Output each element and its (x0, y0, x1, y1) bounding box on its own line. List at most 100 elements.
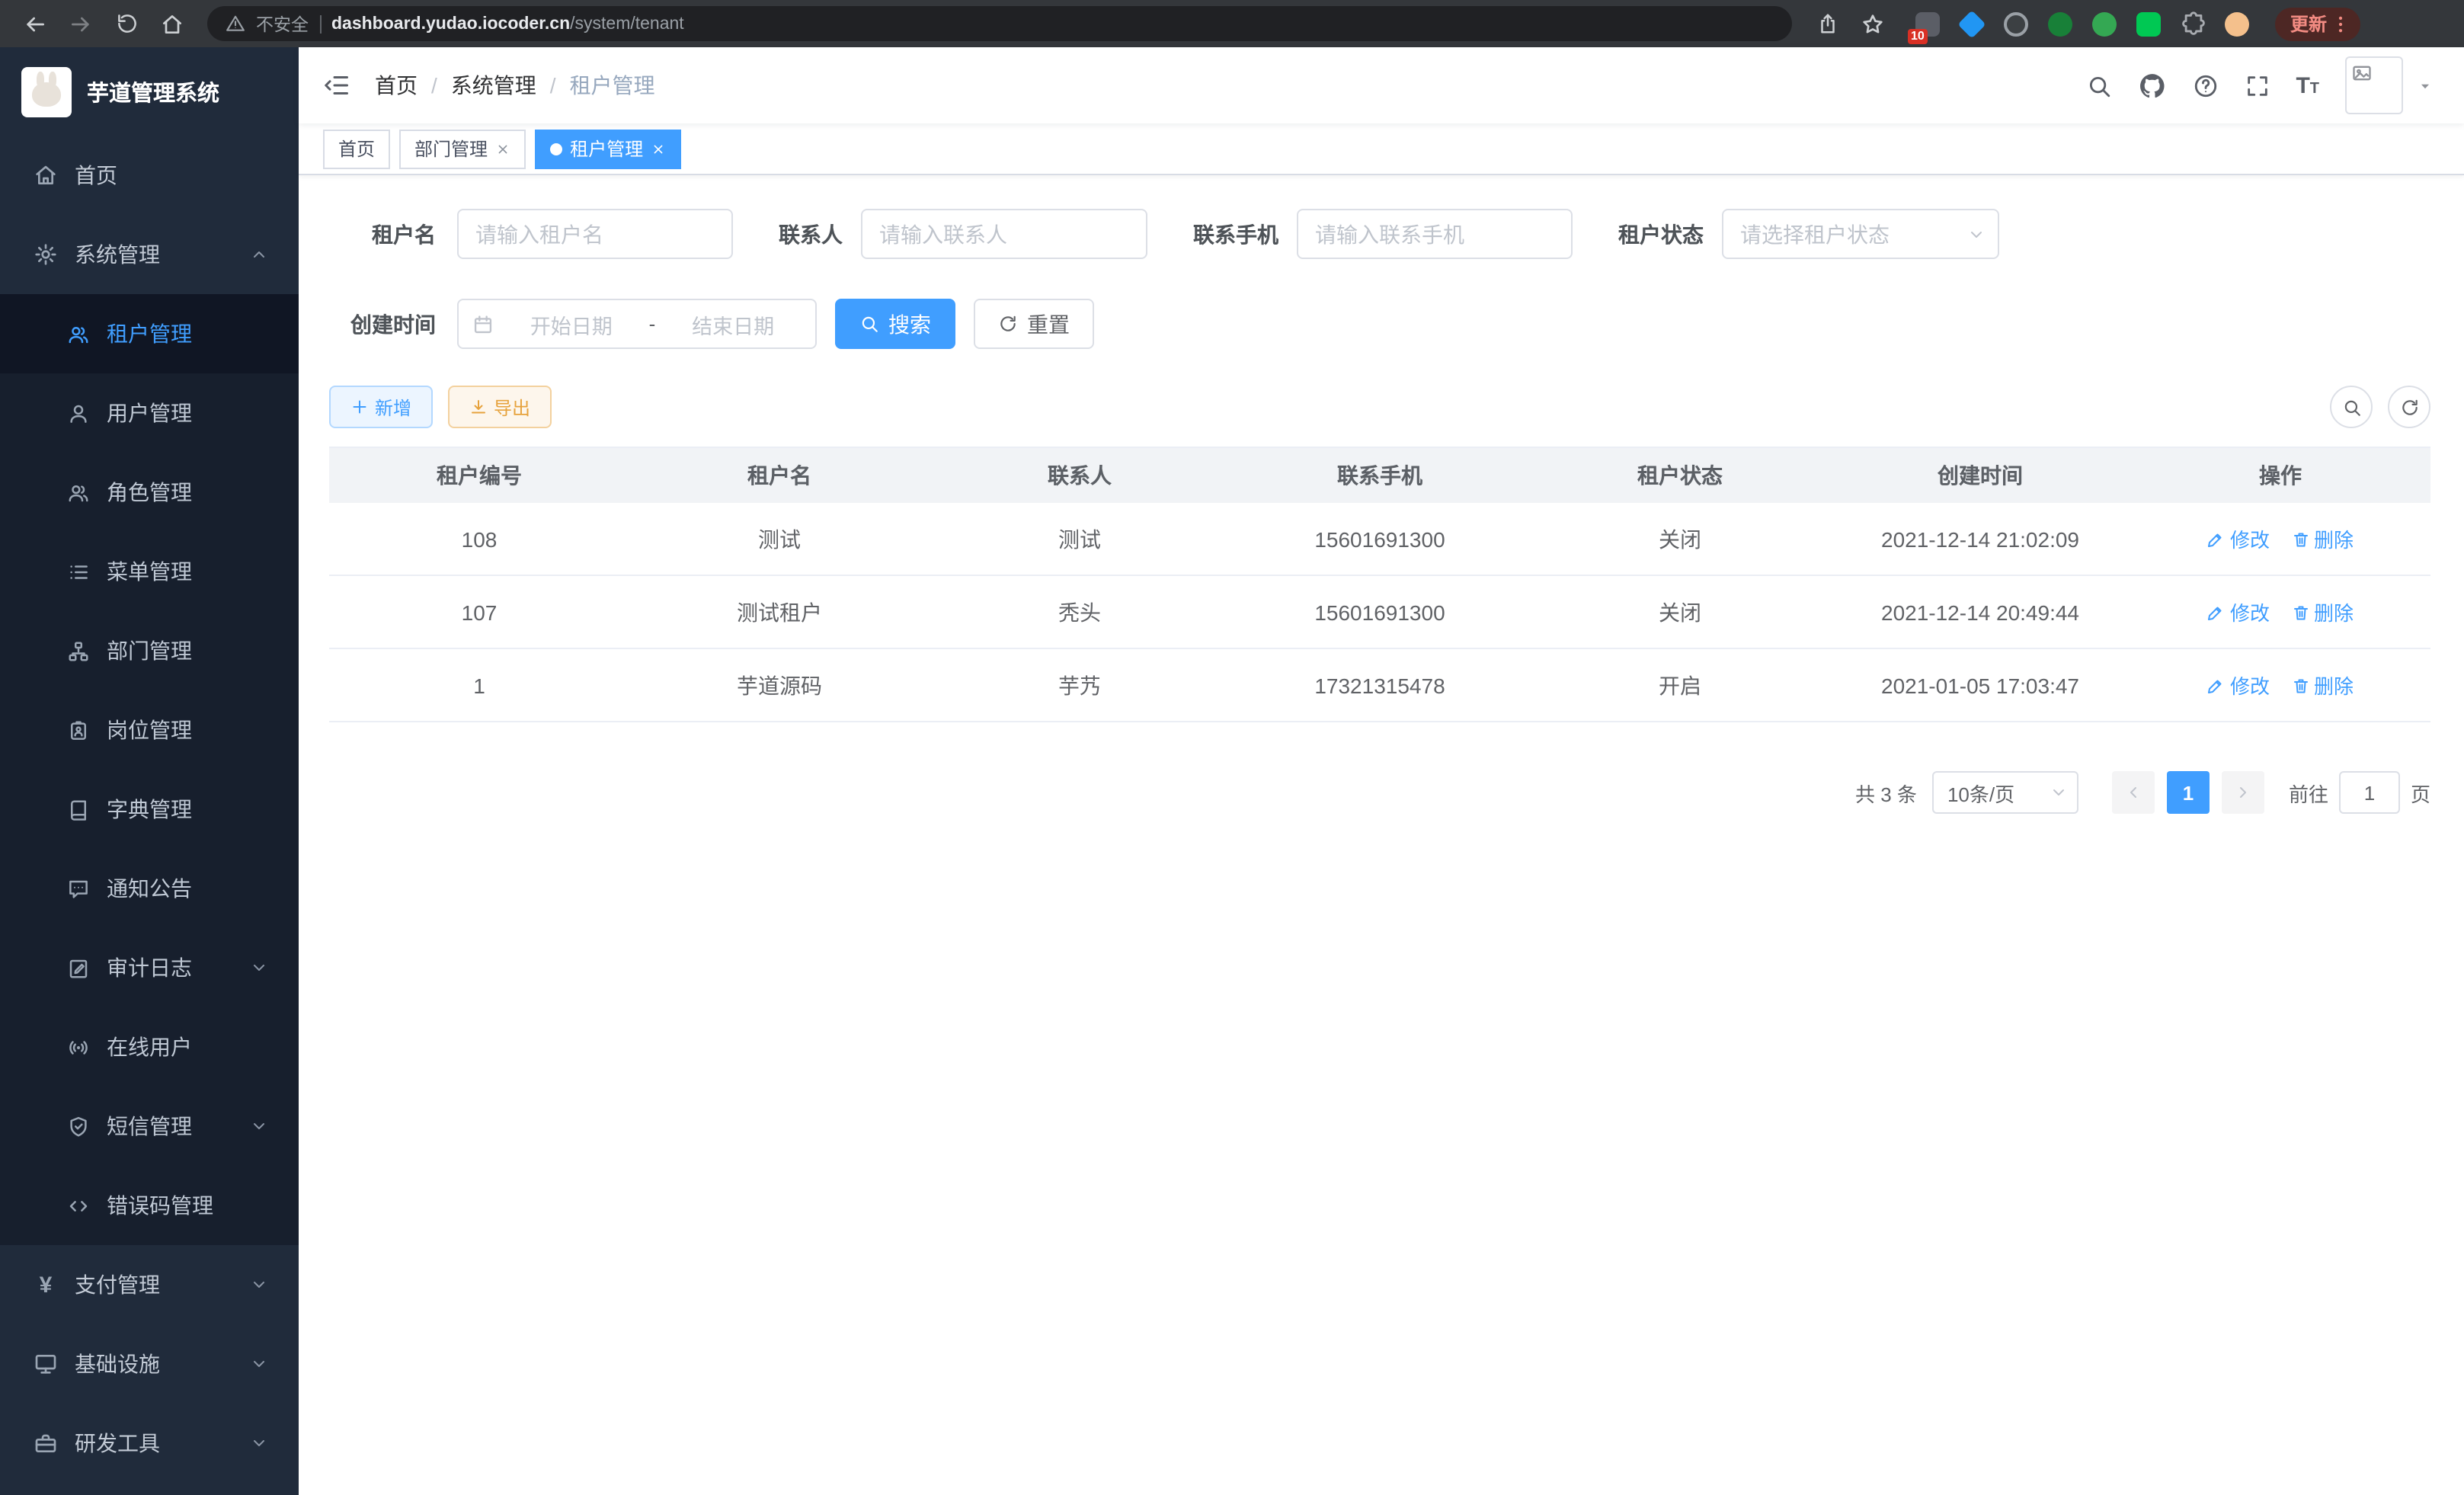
sidebar-item-payment[interactable]: 支付管理 (0, 1245, 299, 1324)
bookmark-star-icon[interactable] (1853, 4, 1893, 43)
sidebar-item-menu[interactable]: 菜单管理 (0, 532, 299, 611)
sidebar-item-error-code[interactable]: 错误码管理 (0, 1166, 299, 1245)
broadcast-icon (67, 1036, 90, 1058)
breadcrumb-item[interactable]: 系统管理 (451, 70, 536, 101)
status-select[interactable]: 请选择租户状态 (1722, 209, 1999, 259)
address-divider (319, 14, 321, 33)
sidebar-item-online-user[interactable]: 在线用户 (0, 1007, 299, 1087)
date-range-separator: - (649, 312, 656, 335)
extension-icon[interactable] (1958, 10, 1986, 37)
sidebar-item-label: 支付管理 (75, 1269, 233, 1300)
reset-button[interactable]: 重置 (974, 299, 1094, 349)
edit-link[interactable]: 修改 (2207, 524, 2270, 553)
contact-label: 联系人 (779, 219, 843, 249)
goto-page-input[interactable] (2339, 771, 2400, 814)
breadcrumb-item[interactable]: 首页 (375, 70, 418, 101)
avatar-caret-down-icon[interactable] (2417, 77, 2434, 94)
cell-created: 2021-12-14 21:02:09 (1830, 503, 2130, 575)
tenant-name-label: 租户名 (329, 219, 436, 249)
sidebar-item-infrastructure[interactable]: 基础设施 (0, 1324, 299, 1404)
prev-page-button[interactable] (2112, 771, 2155, 814)
tab-home[interactable]: 首页 (323, 129, 390, 168)
column-header: 创建时间 (1830, 448, 2130, 503)
hide-search-button[interactable] (2330, 386, 2373, 428)
monitor-icon (34, 1352, 58, 1376)
help-icon[interactable] (2192, 72, 2218, 98)
goto-label: 前往 (2289, 778, 2328, 807)
browser-home-button[interactable] (152, 4, 192, 43)
edit-label: 修改 (2230, 597, 2270, 626)
sidebar-item-devtools[interactable]: 研发工具 (0, 1404, 299, 1483)
sidebar-item-role[interactable]: 角色管理 (0, 453, 299, 532)
tab-label: 租户管理 (570, 136, 643, 162)
cell-tenant-name: 测试 (629, 503, 930, 575)
delete-link[interactable]: 删除 (2291, 524, 2354, 553)
cell-created: 2021-12-14 20:49:44 (1830, 576, 2130, 648)
share-icon[interactable] (1807, 4, 1847, 43)
next-page-button[interactable] (2222, 771, 2264, 814)
export-button[interactable]: 导出 (448, 386, 552, 428)
sidebar-item-post[interactable]: 岗位管理 (0, 690, 299, 770)
sidebar-item-dict[interactable]: 字典管理 (0, 770, 299, 849)
edit-link[interactable]: 修改 (2207, 671, 2270, 699)
breadcrumb: 首页 / 系统管理 / 租户管理 (375, 70, 655, 101)
user-avatar[interactable] (2345, 56, 2403, 114)
tenant-name-input[interactable] (457, 209, 733, 259)
tab-tenant[interactable]: 租户管理 (535, 129, 681, 168)
pen-icon (2207, 676, 2226, 694)
sidebar-item-label: 错误码管理 (107, 1190, 268, 1221)
delete-link[interactable]: 删除 (2291, 597, 2354, 626)
contact-input[interactable] (861, 209, 1147, 259)
github-icon[interactable] (2137, 71, 2166, 100)
close-icon[interactable] (651, 141, 666, 156)
code-icon (67, 1194, 90, 1217)
extension-icon[interactable]: 10 (1914, 10, 1941, 37)
extensions-puzzle-icon[interactable] (2179, 10, 2206, 37)
breadcrumb-item-current: 租户管理 (570, 70, 655, 101)
sidebar-item-user[interactable]: 用户管理 (0, 373, 299, 453)
chevron-down-icon (250, 1355, 268, 1373)
sidebar-item-label: 岗位管理 (107, 715, 268, 745)
search-icon[interactable] (2085, 72, 2111, 98)
font-size-icon[interactable] (2296, 74, 2319, 97)
column-header: 联系人 (930, 448, 1230, 503)
tab-dept[interactable]: 部门管理 (399, 129, 526, 168)
close-icon[interactable] (495, 141, 510, 156)
sidebar-item-dept[interactable]: 部门管理 (0, 611, 299, 690)
sidebar-item-audit-log[interactable]: 审计日志 (0, 928, 299, 1007)
pen-icon (2207, 530, 2226, 548)
chevron-right-icon (2234, 783, 2252, 802)
browser-back-button[interactable] (15, 4, 55, 43)
browser-reload-button[interactable] (107, 4, 146, 43)
sidebar-item-home[interactable]: 首页 (0, 136, 299, 215)
sidebar-item-system[interactable]: 系统管理 (0, 215, 299, 294)
sidebar-item-notice[interactable]: 通知公告 (0, 849, 299, 928)
status-select-placeholder: 请选择租户状态 (1740, 219, 1967, 249)
phone-input[interactable] (1297, 209, 1573, 259)
chrome-update-button[interactable]: 更新 (2275, 7, 2360, 40)
add-button[interactable]: 新增 (329, 386, 433, 428)
delete-link[interactable]: 删除 (2291, 671, 2354, 699)
refresh-table-button[interactable] (2388, 386, 2430, 428)
edit-link[interactable]: 修改 (2207, 597, 2270, 626)
date-range-picker[interactable]: 开始日期 - 结束日期 (457, 299, 817, 349)
app-logo[interactable]: 芋道管理系统 (0, 47, 299, 136)
date-start-placeholder: 开始日期 (503, 309, 640, 339)
sidebar-item-tenant[interactable]: 租户管理 (0, 294, 299, 373)
extension-icon[interactable] (2135, 10, 2162, 37)
page-size-select[interactable]: 10条/页 (1932, 771, 2078, 814)
browser-forward-button[interactable] (61, 4, 101, 43)
download-icon (469, 398, 488, 416)
org-tree-icon (67, 639, 90, 662)
sidebar-item-sms[interactable]: 短信管理 (0, 1087, 299, 1166)
page-number-button[interactable]: 1 (2167, 771, 2210, 814)
extension-icon[interactable] (2002, 10, 2030, 37)
extension-icon[interactable] (2046, 10, 2074, 37)
extension-icon[interactable] (2091, 10, 2118, 37)
search-button-label: 搜索 (888, 309, 931, 339)
profile-avatar-icon[interactable] (2223, 10, 2251, 37)
fullscreen-icon[interactable] (2244, 72, 2270, 98)
menu-fold-icon[interactable] (323, 72, 350, 99)
search-button[interactable]: 搜索 (835, 299, 955, 349)
address-bar[interactable]: 不安全 dashboard.yudao.iocoder.cn/system/te… (207, 6, 1792, 41)
